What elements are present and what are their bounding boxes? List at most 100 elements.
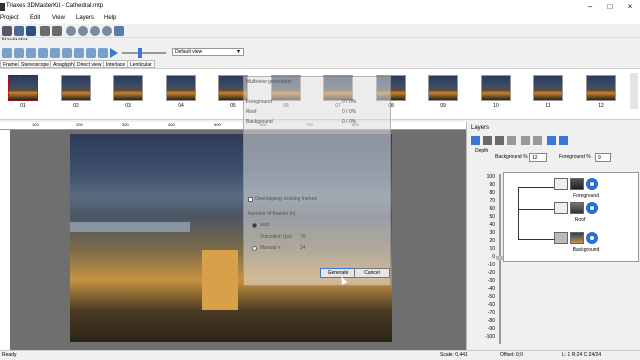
speed-slider[interactable] — [122, 52, 166, 54]
zoom-fit-icon[interactable] — [90, 26, 100, 36]
background-percent-label: Background % — [495, 154, 528, 160]
layers-panel: Layers Depth Background % 12 Foreground … — [466, 122, 640, 350]
menu-help[interactable]: Help — [104, 15, 116, 21]
manual-value[interactable]: 24 — [300, 245, 306, 251]
new-project-icon[interactable] — [2, 26, 12, 36]
layer-edit-icon[interactable] — [495, 136, 504, 145]
depth-scale-tick: 40 — [489, 222, 495, 228]
visibility-eye-icon[interactable] — [586, 178, 598, 190]
menu-project[interactable]: Project — [0, 15, 19, 21]
app-icon — [0, 3, 5, 11]
settings-icon[interactable] — [114, 26, 124, 36]
visibility-eye-icon[interactable] — [586, 232, 598, 244]
frames-group-label: Number of frames (n) — [248, 211, 296, 217]
frame-thumbnail[interactable] — [166, 75, 196, 101]
cancel-button[interactable]: Cancel — [354, 268, 390, 278]
speed-slider-thumb[interactable] — [138, 48, 142, 58]
status-bar: Ready Scale: 0,441 Offset: 0;0 L: 1 R:24… — [0, 350, 640, 360]
tab-direct-view[interactable]: Direct view — [74, 60, 105, 68]
frame-number: 09 — [440, 103, 446, 109]
frame-thumbnail[interactable] — [61, 75, 91, 101]
tool-icon-6[interactable] — [62, 48, 72, 58]
tab-interlace[interactable]: Interlace — [103, 60, 129, 68]
layer-mask-thumbnail — [554, 178, 568, 190]
auto-label: auto — [260, 222, 270, 228]
maximize-icon[interactable]: □ — [600, 0, 620, 14]
redo-icon[interactable] — [52, 26, 62, 36]
frame-thumbnail[interactable] — [8, 75, 38, 101]
layer-image-thumbnail — [570, 202, 584, 214]
depth-scale-tick: -10 — [487, 262, 495, 268]
move-up-icon[interactable] — [521, 136, 530, 145]
chevron-down-icon[interactable]: ▾ — [237, 48, 240, 55]
view-toolbar — [0, 40, 640, 60]
frame-thumbnail[interactable] — [586, 75, 616, 101]
zoom-in-icon[interactable] — [66, 26, 76, 36]
play-icon[interactable] — [110, 48, 118, 58]
tool-icon-1[interactable] — [2, 48, 12, 58]
close-icon[interactable]: × — [620, 0, 640, 14]
frame-thumbnail[interactable] — [428, 75, 458, 101]
manual-label: Manual n — [260, 245, 281, 251]
main-toolbar — [0, 24, 640, 38]
river — [70, 222, 190, 232]
tab-stereoscope[interactable]: Stereoscope — [18, 60, 53, 68]
layer-properties-icon[interactable] — [547, 136, 556, 145]
dialog-row-value: 0 / 0% — [342, 99, 357, 105]
layer-roof[interactable] — [554, 201, 598, 215]
delete-layer-icon[interactable] — [507, 136, 516, 145]
save-icon[interactable] — [26, 26, 36, 36]
menu-edit[interactable]: Edit — [30, 15, 40, 21]
ruler-label: 400 — [168, 122, 175, 127]
transition-label: Transition (px) — [260, 234, 292, 240]
depth-scale-tick: -30 — [487, 278, 495, 284]
dialog-row-value: 0 / 0% — [342, 119, 357, 125]
menu-layers[interactable]: Layers — [76, 15, 94, 21]
layer-tool-icon[interactable] — [483, 136, 492, 145]
offset-readout: Offset: 0;0 — [500, 352, 523, 358]
view-select[interactable]: Default view — [172, 48, 244, 56]
foreground-percent-label: Foreground % — [559, 154, 591, 160]
zoom-out-icon[interactable] — [78, 26, 88, 36]
frame-thumbnail[interactable] — [533, 75, 563, 101]
transition-value[interactable]: 70 — [300, 234, 306, 240]
frame-thumbnail[interactable] — [113, 75, 143, 101]
tab-lenticular[interactable]: Lenticular — [127, 60, 155, 68]
auto-radio[interactable] — [252, 223, 257, 228]
foreground-percent-input[interactable]: 9 — [595, 153, 611, 162]
add-layer-icon[interactable] — [471, 136, 480, 145]
tool-icon-8[interactable] — [86, 48, 96, 58]
menu-view[interactable]: View — [52, 15, 65, 21]
open-icon[interactable] — [14, 26, 24, 36]
tool-icon-7[interactable] — [74, 48, 84, 58]
tab-anaglyph[interactable]: Anaglyph — [50, 60, 77, 68]
dialog-title: Multiview generation — [246, 79, 292, 85]
frames-scrollbar[interactable] — [630, 73, 638, 109]
undo-icon[interactable] — [40, 26, 50, 36]
move-down-icon[interactable] — [533, 136, 542, 145]
visibility-eye-icon[interactable] — [586, 202, 598, 214]
minimize-icon[interactable]: – — [580, 0, 600, 14]
tool-icon-5[interactable] — [50, 48, 60, 58]
tool-icon-2[interactable] — [14, 48, 24, 58]
depth-scale-tick: 80 — [489, 190, 495, 196]
tool-icon-3[interactable] — [26, 48, 36, 58]
zoom-actual-icon[interactable] — [102, 26, 112, 36]
tool-icon-9[interactable] — [98, 48, 108, 58]
depth-scale-tick: 70 — [489, 198, 495, 204]
layer-foreground[interactable] — [554, 177, 598, 191]
frame-number: 03 — [125, 103, 131, 109]
layer-background[interactable] — [554, 231, 598, 245]
layer-image-thumbnail — [570, 178, 584, 190]
depth-scale-tick: -50 — [487, 294, 495, 300]
view-tabs: Frames Stereoscope Anaglyph Direct view … — [0, 60, 160, 68]
overwrite-checkbox[interactable] — [248, 197, 253, 202]
link-icon[interactable] — [559, 136, 568, 145]
manual-radio[interactable] — [252, 246, 257, 251]
tool-icon-4[interactable] — [38, 48, 48, 58]
ruler-horizontal: 100 200 300 400 500 600 700 800 — [0, 122, 466, 130]
depth-scale-tick: -100 — [484, 334, 495, 340]
background-percent-input[interactable]: 12 — [529, 153, 547, 162]
layer-info-readout: L: 1 R:24 C:24/24 — [562, 352, 602, 358]
frame-thumbnail[interactable] — [481, 75, 511, 101]
